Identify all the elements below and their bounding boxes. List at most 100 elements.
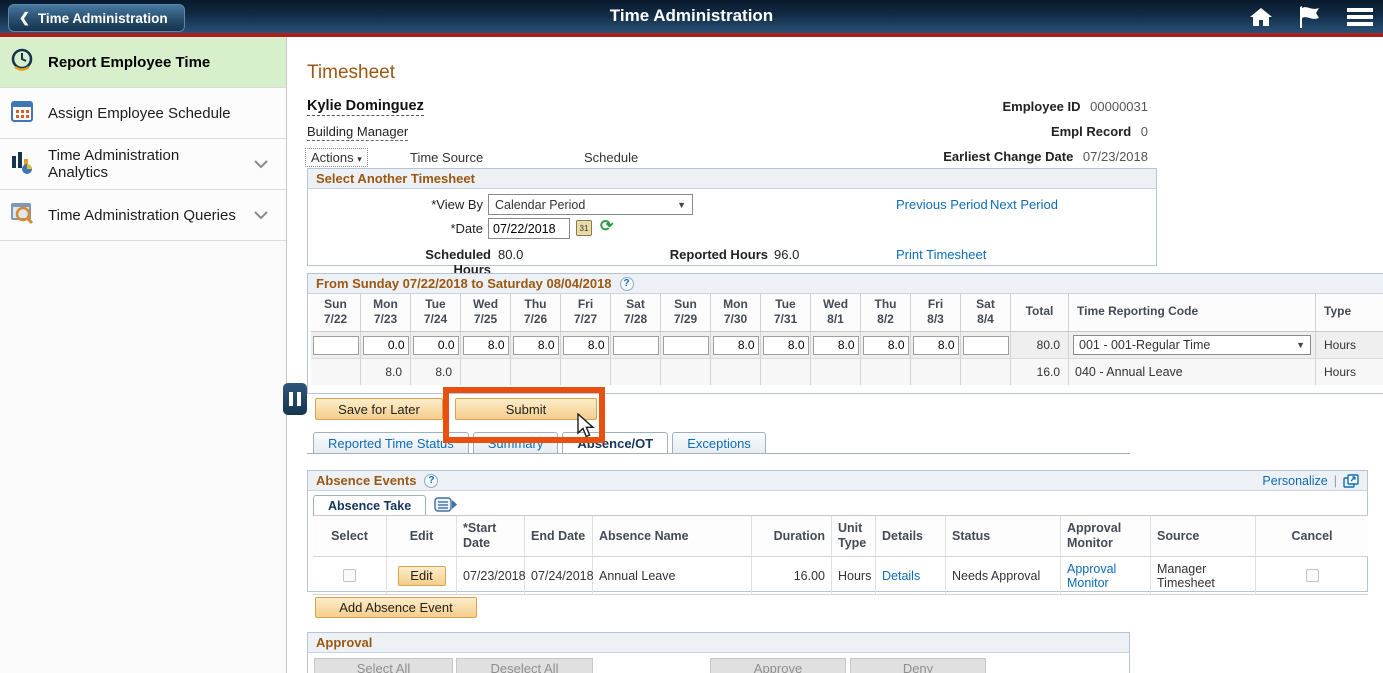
hours-input[interactable] bbox=[913, 336, 959, 355]
employee-id-label: Employee ID bbox=[1003, 99, 1081, 114]
hours-input[interactable] bbox=[513, 336, 559, 355]
hours-input[interactable] bbox=[663, 336, 709, 355]
trc-column-header: Time Reporting Code bbox=[1069, 294, 1316, 332]
sidebar-item-label: Assign Employee Schedule bbox=[48, 105, 276, 122]
hours-input[interactable] bbox=[563, 336, 609, 355]
edit-button[interactable]: Edit bbox=[398, 566, 446, 586]
help-icon[interactable]: ? bbox=[620, 277, 634, 291]
view-by-value: Calendar Period bbox=[495, 198, 585, 212]
hours-input[interactable] bbox=[763, 336, 809, 355]
day-column-header: Sat7/28 bbox=[611, 294, 661, 332]
clock-icon bbox=[10, 48, 34, 76]
day-column-header: Wed8/1 bbox=[811, 294, 861, 332]
page-header-title: Time Administration bbox=[0, 6, 1383, 26]
hours-input[interactable] bbox=[713, 336, 759, 355]
day-column-header: Sun7/29 bbox=[661, 294, 711, 332]
hours-input[interactable] bbox=[863, 336, 909, 355]
home-icon[interactable] bbox=[1249, 7, 1273, 27]
approval-monitor-link[interactable]: Approval Monitor bbox=[1067, 562, 1144, 590]
submit-button[interactable]: Submit bbox=[455, 398, 597, 420]
hours-value-cell bbox=[661, 359, 711, 385]
date-input[interactable] bbox=[488, 218, 570, 239]
employee-id-value: 00000031 bbox=[1090, 99, 1148, 114]
hours-value-cell bbox=[911, 359, 961, 385]
actions-dropdown[interactable]: Actions ▾ bbox=[305, 148, 368, 167]
absence-take-tab[interactable]: Absence Take bbox=[313, 495, 426, 515]
hours-input[interactable] bbox=[363, 336, 409, 355]
chevron-down-icon bbox=[254, 156, 268, 173]
tab-absence-ot[interactable]: Absence/OT bbox=[562, 432, 668, 453]
previous-period-link[interactable]: Previous Period bbox=[896, 197, 988, 212]
hours-input-cell bbox=[361, 332, 411, 358]
end-date-value: 07/24/2018 bbox=[525, 557, 593, 594]
flag-icon[interactable] bbox=[1297, 6, 1323, 28]
employee-job-link[interactable]: Building Manager bbox=[307, 124, 408, 141]
empl-record-label: Empl Record bbox=[1051, 124, 1131, 139]
add-absence-event-button[interactable]: Add Absence Event bbox=[315, 597, 477, 618]
sidebar-collapse-handle[interactable] bbox=[283, 383, 307, 415]
select-checkbox[interactable] bbox=[343, 569, 356, 582]
employee-name-link[interactable]: Kylie Dominguez bbox=[307, 98, 424, 116]
type-column-header: Type bbox=[1316, 294, 1383, 332]
personalize-link[interactable]: Personalize bbox=[1262, 474, 1327, 488]
hours-input[interactable] bbox=[313, 336, 359, 355]
hours-value-cell bbox=[961, 359, 1011, 385]
col-header-details: Details bbox=[876, 516, 946, 556]
earliest-change-label: Earliest Change Date bbox=[943, 149, 1073, 164]
hours-value-cell bbox=[461, 359, 511, 385]
col-header-approval-monitor: Approval Monitor bbox=[1061, 516, 1151, 556]
deny-button[interactable]: Deny bbox=[850, 658, 986, 673]
cancel-checkbox[interactable] bbox=[1306, 569, 1319, 582]
hours-input[interactable] bbox=[963, 336, 1009, 355]
next-period-link[interactable]: Next Period bbox=[990, 197, 1058, 212]
hours-input[interactable] bbox=[613, 336, 659, 355]
col-header-end-date: End Date bbox=[525, 516, 593, 556]
calendar-picker-icon[interactable]: 31 bbox=[576, 220, 592, 236]
source-value: Manager Timesheet bbox=[1151, 557, 1256, 594]
timesheet-grid: Sun7/22Mon7/23Tue7/24Wed7/25Thu7/26Fri7/… bbox=[311, 294, 1383, 385]
section-title: Select Another Timesheet bbox=[316, 171, 475, 186]
sidebar-item-report-employee-time[interactable]: Report Employee Time bbox=[0, 37, 286, 88]
hours-input[interactable] bbox=[813, 336, 859, 355]
duration-value: 16.00 bbox=[752, 557, 832, 594]
absence-events-table: Select Edit *Start Date End Date Absence… bbox=[313, 515, 1368, 595]
select-another-timesheet-section: Select Another Timesheet *View By Calend… bbox=[307, 168, 1157, 266]
sidebar-item-time-administration-queries[interactable]: Time Administration Queries bbox=[0, 190, 286, 241]
deselect-all-button[interactable]: Deselect All bbox=[456, 658, 593, 673]
refresh-icon[interactable]: ⟳ bbox=[600, 216, 613, 236]
save-for-later-button[interactable]: Save for Later bbox=[315, 398, 443, 420]
show-all-columns-icon[interactable] bbox=[434, 497, 458, 512]
tab-exceptions[interactable]: Exceptions bbox=[672, 432, 766, 453]
tab-summary[interactable]: Summary bbox=[473, 432, 559, 453]
view-by-select[interactable]: Calendar Period ▼ bbox=[488, 194, 693, 215]
row-total: 16.0 bbox=[1011, 359, 1069, 385]
tab-reported-time-status[interactable]: Reported Time Status bbox=[313, 432, 469, 453]
unit-type-value: Hours bbox=[832, 557, 876, 594]
sidebar-item-time-administration-analytics[interactable]: Time Administration Analytics bbox=[0, 139, 286, 190]
col-header-cancel: Cancel bbox=[1256, 516, 1368, 556]
trc-cell: 001 - 001-Regular Time ▼ bbox=[1069, 332, 1316, 358]
sidebar-item-assign-employee-schedule[interactable]: Assign Employee Schedule bbox=[0, 88, 286, 139]
hamburger-menu-icon[interactable] bbox=[1347, 7, 1373, 27]
day-column-header: Fri7/27 bbox=[561, 294, 611, 332]
select-all-button[interactable]: Select All bbox=[314, 658, 453, 673]
print-timesheet-link[interactable]: Print Timesheet bbox=[896, 247, 986, 262]
hours-input-cell bbox=[511, 332, 561, 358]
empl-record-value: 0 bbox=[1141, 124, 1148, 139]
hours-value-cell bbox=[811, 359, 861, 385]
timesheet-grid-section: From Sunday 07/22/2018 to Saturday 08/04… bbox=[307, 273, 1383, 394]
approve-button[interactable]: Approve bbox=[710, 658, 846, 673]
col-header-unit-type: Unit Type bbox=[832, 516, 876, 556]
trc-select[interactable]: 001 - 001-Regular Time ▼ bbox=[1073, 335, 1311, 355]
hours-input[interactable] bbox=[413, 336, 459, 355]
day-column-header: Tue7/31 bbox=[761, 294, 811, 332]
details-link[interactable]: Details bbox=[882, 569, 920, 583]
day-column-header: Thu7/26 bbox=[511, 294, 561, 332]
hours-value-cell bbox=[611, 359, 661, 385]
hours-input-cell bbox=[411, 332, 461, 358]
popup-window-icon[interactable] bbox=[1343, 474, 1359, 488]
hours-input[interactable] bbox=[463, 336, 509, 355]
hours-value-cell bbox=[711, 359, 761, 385]
help-icon[interactable]: ? bbox=[424, 474, 438, 488]
hours-value-cell: 8.0 bbox=[361, 359, 411, 385]
